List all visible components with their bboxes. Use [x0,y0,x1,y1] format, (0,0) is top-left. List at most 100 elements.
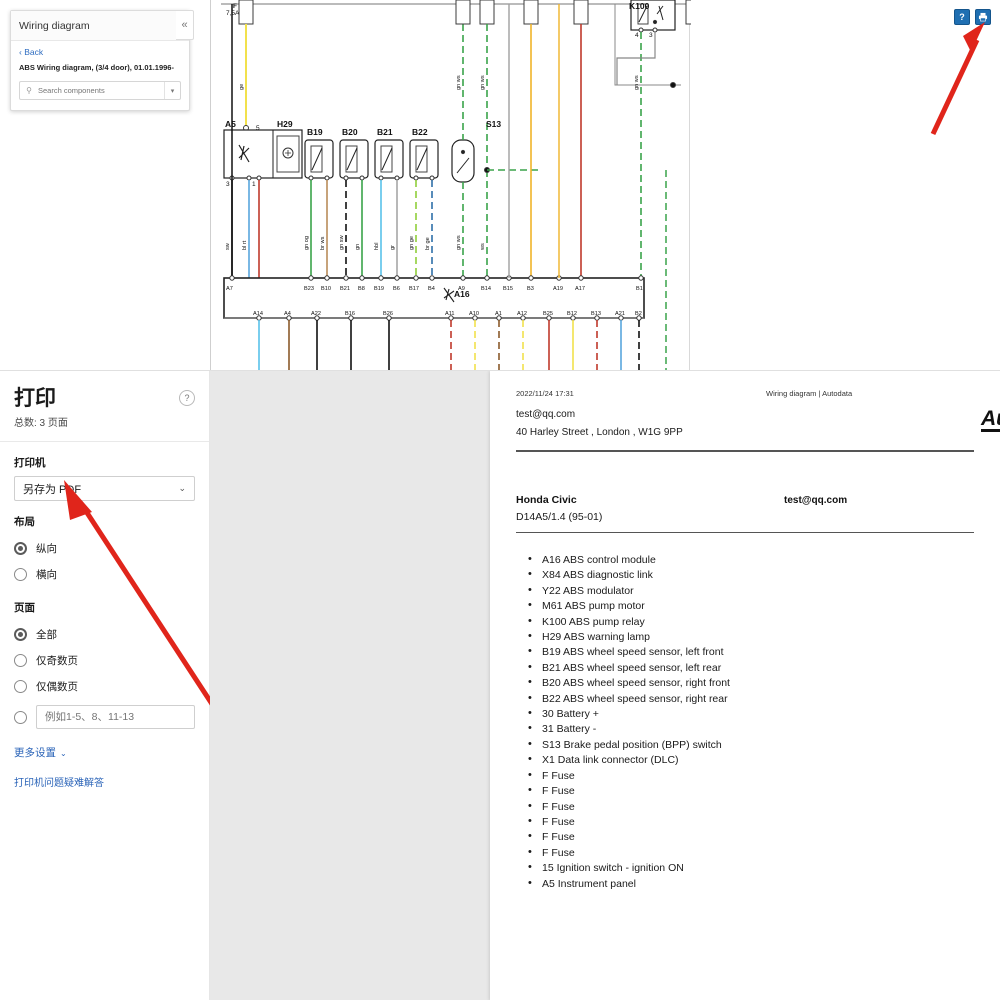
svg-text:3: 3 [649,32,653,39]
troubleshoot-link[interactable]: 打印机问题疑难解答 [14,774,195,789]
page-meta-row: 2022/11/24 17:31 Wiring diagram | Autoda… [516,389,982,398]
svg-text:hbl: hbl [374,243,380,250]
layout-option-landscape[interactable]: 横向 [14,561,195,587]
account-address: 40 Harley Street , London , W1G 9PP [516,426,683,438]
print-settings-panel: 打印 总数: 3 页面 ? 打印机 另存为 PDF ⌄ 布局 纵向 横向 页面 [0,371,210,1000]
search-icon: ⚲ [26,86,32,96]
vehicle-info: Honda Civic D14A5/1.4 (95-01) [516,494,784,523]
print-timestamp: 2022/11/24 17:31 [516,389,574,398]
pages-label: 页面 [14,602,35,615]
chevron-down-icon: ⌄ [178,483,186,494]
svg-text:A17: A17 [575,286,585,292]
list-item: 15 Ignition switch - ignition ON [526,860,974,876]
header-rule [516,450,974,452]
layout-label: 布局 [14,516,35,529]
back-link[interactable]: ‹ Back [19,47,181,57]
svg-text:sw: sw [225,242,231,250]
svg-text:A4: A4 [284,311,291,317]
panel-body: ‹ Back ABS Wiring diagram, (3/4 door), 0… [11,41,189,110]
list-item: X84 ABS diagnostic link [526,567,974,583]
search-components[interactable]: ⚲ ▾ [19,81,181,101]
account-email: test@qq.com [516,409,576,420]
pages-all-label: 全部 [36,628,57,641]
radio-icon [14,627,27,641]
svg-text:A7: A7 [226,286,233,292]
svg-text:bl rt: bl rt [242,240,248,250]
help-button[interactable]: ? [954,9,970,25]
svg-text:K100: K100 [629,1,650,11]
svg-text:ge: ge [239,84,245,90]
owner-email: test@qq.com [784,494,848,506]
list-item: F Fuse [526,768,974,784]
svg-text:3: 3 [226,181,230,188]
more-settings-label: 更多设置 [14,747,56,760]
printer-select[interactable]: 另存为 PDF ⌄ [14,476,195,502]
svg-text:A9: A9 [458,286,465,292]
pages-option-all[interactable]: 全部 [14,621,195,647]
svg-text:A12: A12 [517,311,527,317]
radio-icon [14,679,27,693]
svg-text:A14: A14 [253,311,263,317]
layout-option-portrait[interactable]: 纵向 [14,535,195,561]
list-item: M61 ABS pump motor [526,598,974,614]
list-item: Y22 ABS modulator [526,583,974,599]
page-header-block: 2022/11/24 17:31 Wiring diagram | Autoda… [490,389,1000,440]
svg-text:br ws: br ws [320,236,326,250]
layout-portrait-label: 纵向 [36,542,57,555]
radio-icon [14,710,27,724]
list-item: A5 Instrument panel [526,876,974,892]
wiring-diagram-svg: A5 H29 B19 B20 B21 B22 S13 K100 A16 F 7,… [221,0,691,370]
viewer-toolbar: ? [954,9,991,25]
panel-header: Wiring diagram [11,11,189,41]
vehicle-rule [516,531,974,533]
svg-text:gr: gr [390,245,396,250]
printer-value: 另存为 PDF [23,483,82,496]
pages-option-even[interactable]: 仅偶数页 [14,673,195,699]
pages-option-odd[interactable]: 仅奇数页 [14,647,195,673]
vehicle-block: Honda Civic D14A5/1.4 (95-01) test@qq.co… [516,494,974,523]
wiring-diagram-viewer: A5 H29 B19 B20 B21 B22 S13 K100 A16 F 7,… [0,0,1000,370]
panel-collapse-button[interactable]: « [176,10,194,40]
svg-text:br ge: br ge [425,237,431,250]
help-icon[interactable]: ? [179,390,195,406]
printer-label: 打印机 [14,457,46,470]
diagram-canvas[interactable]: A5 H29 B19 B20 B21 B22 S13 K100 A16 F 7,… [210,0,691,370]
list-item: F Fuse [526,845,974,861]
list-item: X1 Data link connector (DLC) [526,752,974,768]
svg-text:A1: A1 [495,311,502,317]
page-title: 打印 [14,387,56,410]
radio-icon [14,653,27,667]
list-item: K100 ABS pump relay [526,614,974,630]
autodata-logo: Pow Aut [981,403,1000,432]
search-input[interactable] [38,86,164,96]
svg-text:7,5A: 7,5A [226,10,240,17]
svg-text:B12: B12 [567,311,577,317]
svg-text:A19: A19 [553,286,563,292]
print-button[interactable] [975,9,991,25]
divider [0,441,209,443]
annotation-arrow-top [930,22,985,136]
list-item: 31 Battery - [526,721,974,737]
list-item: 30 Battery + [526,706,974,722]
svg-text:A5: A5 [225,119,236,129]
svg-text:B4: B4 [428,286,435,292]
list-item: B20 ABS wheel speed sensor, right front [526,675,974,691]
list-item: S13 Brake pedal position (BPP) switch [526,737,974,753]
list-item: F Fuse [526,783,974,799]
custom-range-input[interactable] [36,705,195,730]
svg-text:gn ws: gn ws [480,75,486,90]
svg-text:B21: B21 [340,286,350,292]
svg-text:H29: H29 [277,119,293,129]
svg-text:B10: B10 [321,286,331,292]
svg-text:B23: B23 [304,286,314,292]
pages-option-custom[interactable] [14,705,195,730]
layout-landscape-label: 横向 [36,568,57,581]
list-item: B22 ABS wheel speed sensor, right rear [526,691,974,707]
more-settings-link[interactable]: 更多设置 ⌄ [14,745,195,760]
svg-text:ws: ws [480,243,486,251]
list-item: F Fuse [526,798,974,815]
print-preview-pane[interactable]: 2022/11/24 17:31 Wiring diagram | Autoda… [210,371,1000,1000]
svg-text:gn sw: gn sw [339,234,345,250]
chevron-down-icon[interactable]: ▾ [164,82,180,100]
svg-text:B2: B2 [635,311,642,317]
